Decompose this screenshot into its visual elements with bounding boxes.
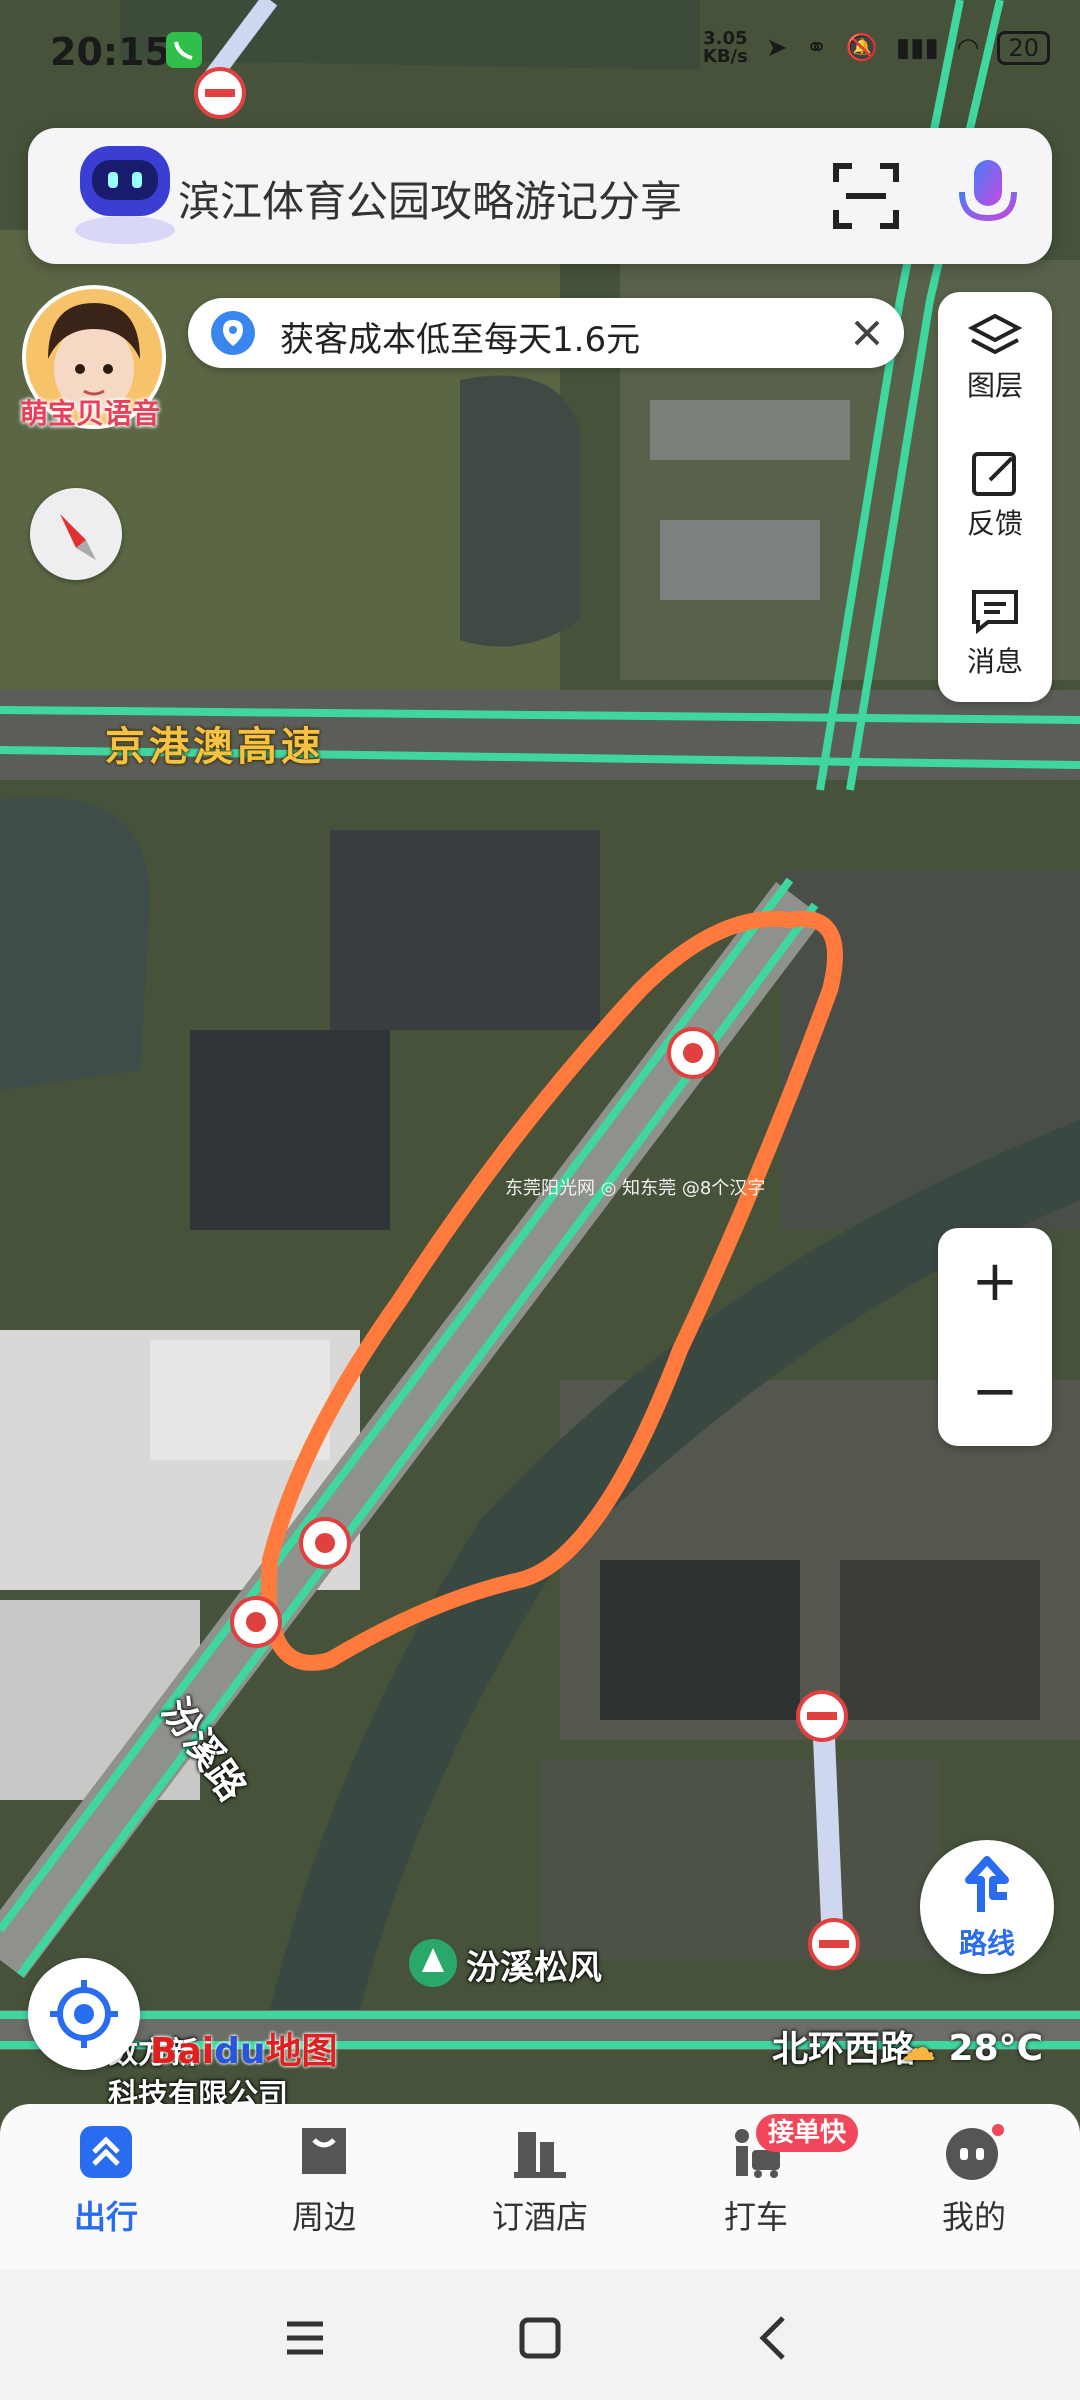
tab-hotel[interactable]: 订酒店 bbox=[450, 2122, 630, 2238]
search-bar[interactable]: 滨江体育公园攻略游记分享 bbox=[28, 128, 1052, 264]
voice-pack-label[interactable]: 萌宝贝语音 bbox=[20, 392, 160, 432]
profile-icon bbox=[946, 2124, 1004, 2180]
my-location-icon[interactable] bbox=[28, 1958, 140, 2070]
feedback-label: 反馈 bbox=[966, 507, 1023, 540]
feedback-button[interactable]: 反馈 bbox=[938, 430, 1052, 566]
layers-icon bbox=[967, 313, 1023, 355]
road-label-bottom: 北环西路 bbox=[772, 2029, 917, 2070]
phone-call-icon bbox=[166, 32, 202, 68]
construction-marker bbox=[299, 1517, 351, 1569]
highway-label: 京港澳高速 bbox=[105, 724, 325, 770]
compass-icon[interactable] bbox=[30, 488, 122, 580]
promo-banner[interactable]: 获客成本低至每天1.6元 bbox=[188, 298, 904, 368]
messages-button[interactable]: 消息 bbox=[938, 568, 1052, 704]
battery-indicator: 20 bbox=[997, 31, 1050, 65]
route-button[interactable]: 路线 bbox=[920, 1840, 1054, 1974]
search-input[interactable]: 滨江体育公园攻略游记分享 bbox=[178, 168, 682, 229]
construction-marker bbox=[667, 1027, 719, 1079]
zoom-out-button[interactable]: − bbox=[938, 1338, 1052, 1446]
status-time: 20:15 bbox=[50, 30, 171, 74]
poi-label: 汾溪松风 bbox=[466, 1948, 602, 1988]
messages-label: 消息 bbox=[966, 645, 1023, 678]
message-icon bbox=[972, 590, 1018, 635]
net-speed: 3.05 KB/s bbox=[702, 28, 748, 67]
bottom-navigation: 出行 周边 订酒店 打车 我的 bbox=[0, 2104, 1080, 2270]
signal-icon: ▮▮▮ bbox=[895, 33, 939, 63]
layers-label: 图层 bbox=[966, 369, 1023, 402]
menu-icon[interactable] bbox=[275, 2308, 335, 2368]
weather-widget[interactable]: ☁ 28°C bbox=[900, 2028, 1043, 2069]
link-icon: ⚭ bbox=[805, 33, 828, 63]
scan-icon[interactable] bbox=[828, 158, 904, 234]
status-icons: 3.05 KB/s ➤ ⚭ 🔕 ▮▮▮ ◠ 20 bbox=[703, 30, 1050, 66]
road-closed-marker bbox=[796, 1690, 848, 1742]
temperature: 28°C bbox=[948, 2028, 1044, 2069]
weather-cloud-icon: ☁ bbox=[900, 2028, 936, 2069]
location-icon: ➤ bbox=[765, 33, 788, 63]
feedback-edit-icon bbox=[972, 452, 1016, 496]
tab-nearby[interactable]: 周边 bbox=[234, 2122, 414, 2238]
close-icon[interactable] bbox=[844, 310, 890, 356]
route-label: 路线 bbox=[958, 1927, 1015, 1960]
image-watermark: 东莞阳光网 ◎ 知东莞 @8个汉字 bbox=[505, 1178, 766, 1199]
construction-marker bbox=[230, 1596, 282, 1648]
tab-profile[interactable]: 我的 bbox=[884, 2122, 1064, 2238]
road-closed-marker bbox=[808, 1918, 860, 1970]
zoom-in-button[interactable]: + bbox=[938, 1228, 1052, 1336]
wifi-icon: ◠ bbox=[956, 33, 980, 63]
microphone-icon[interactable] bbox=[948, 154, 1028, 238]
assistant-robot-icon[interactable] bbox=[66, 130, 184, 248]
mute-icon: 🔕 bbox=[845, 33, 878, 63]
tab-travel[interactable]: 出行 bbox=[16, 2122, 196, 2238]
promo-text: 获客成本低至每天1.6元 bbox=[280, 320, 641, 360]
nearby-icon bbox=[302, 2128, 346, 2174]
layers-button[interactable]: 图层 bbox=[938, 292, 1052, 428]
zoom-controls: + − bbox=[938, 1228, 1052, 1446]
system-navigation-bar bbox=[0, 2270, 1080, 2400]
taxi-badge: 接单快 bbox=[756, 2114, 859, 2152]
back-icon[interactable] bbox=[745, 2308, 805, 2368]
route-arrow-icon bbox=[965, 1856, 1009, 1912]
home-icon[interactable] bbox=[510, 2308, 570, 2368]
status-bar: 20:15 3.05 KB/s ➤ ⚭ 🔕 ▮▮▮ ◠ 20 bbox=[0, 0, 1080, 110]
map-tools-panel: 图层 反馈 消息 bbox=[938, 292, 1052, 702]
location-pin-icon bbox=[211, 311, 255, 355]
travel-icon bbox=[80, 2126, 132, 2178]
hotel-icon bbox=[514, 2132, 566, 2178]
baidu-map-logo: Baidu地图 bbox=[150, 2031, 338, 2072]
